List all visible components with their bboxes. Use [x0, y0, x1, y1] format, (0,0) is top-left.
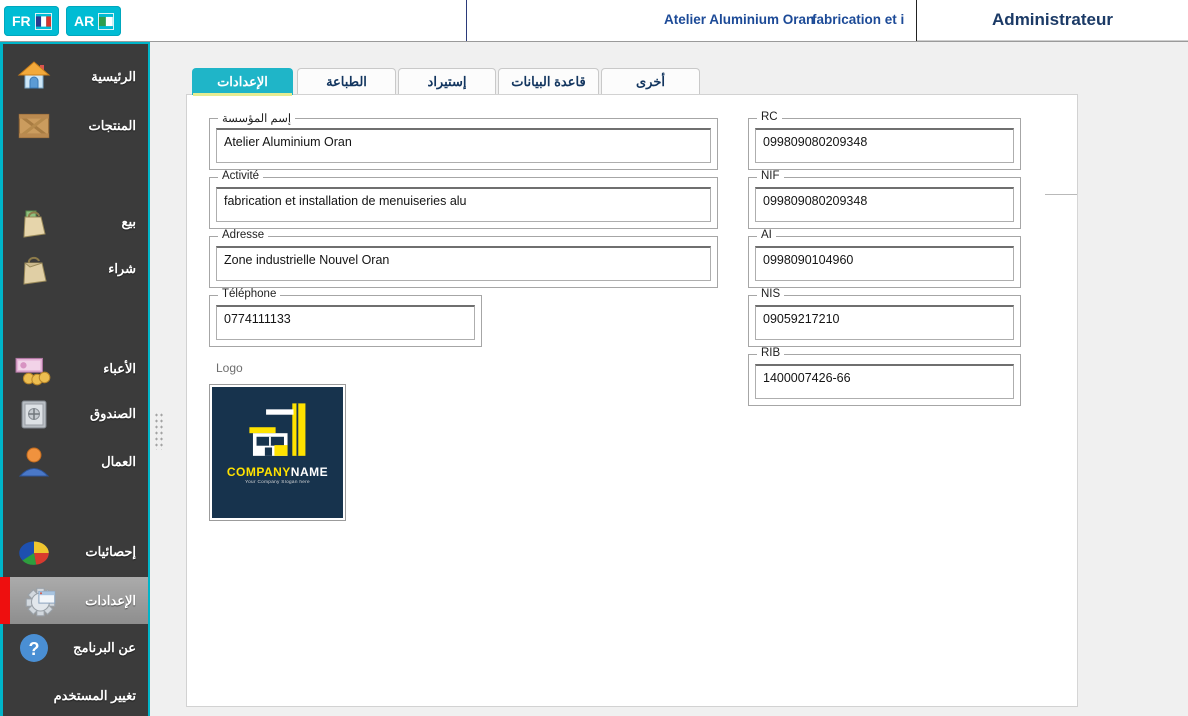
safe-icon — [15, 395, 53, 433]
sidebar-item-label: تغيير المستخدم — [54, 688, 136, 704]
tab-database[interactable]: قاعدة البيانات — [498, 68, 599, 94]
home-icon — [15, 58, 53, 96]
logo-label: Logo — [216, 361, 243, 375]
partial-groupbox-border-vertical — [1077, 194, 1078, 700]
header-company-activity: fabrication et i — [812, 12, 904, 27]
partial-groupbox-border — [1045, 194, 1078, 195]
header-divider — [466, 0, 467, 41]
question-icon: ? — [15, 629, 53, 667]
sidebar-item-label: عن البرنامج — [73, 640, 136, 656]
ai-label: AI — [757, 229, 776, 241]
phone-input[interactable]: 0774111133 — [216, 305, 475, 340]
activity-label: Activité — [218, 170, 263, 182]
rib-label: RIB — [757, 347, 784, 359]
rc-group: RC 099809080209348 — [748, 118, 1021, 170]
sidebar-item-label: الأعباء — [103, 361, 136, 377]
language-ar-button[interactable]: AR — [66, 6, 121, 36]
sidebar-item-label: بيع — [122, 214, 136, 230]
rc-input[interactable]: 099809080209348 — [755, 128, 1014, 163]
no-icon — [15, 677, 53, 715]
sidebar-item-cashbox[interactable]: الصندوق — [3, 390, 148, 438]
buy-bag-icon — [15, 250, 53, 288]
sidebar-item-label: إحصائيات — [85, 544, 136, 560]
selected-item-indicator — [0, 577, 10, 624]
header-company-name: Atelier Aluminium Oran — [664, 12, 814, 27]
money-icon — [15, 350, 53, 388]
sidebar: الرئيسية المنتجات بيع شراء الأعباء — [0, 42, 150, 716]
tab-other[interactable]: أخرى — [601, 68, 700, 94]
address-label: Adresse — [218, 229, 268, 241]
activity-group: Activité fabrication et installation de … — [209, 177, 718, 229]
nif-input[interactable]: 099809080209348 — [755, 187, 1014, 222]
company-name-label: إسم المؤسسة — [218, 111, 295, 125]
sidebar-splitter-handle[interactable] — [154, 412, 165, 450]
sidebar-item-home[interactable]: الرئيسية — [3, 53, 148, 101]
logo-image[interactable]: COMPANYNAME Your Company Slogan here — [209, 384, 346, 521]
sidebar-item-label: المنتجات — [88, 118, 136, 134]
nis-input[interactable]: 09059217210 — [755, 305, 1014, 340]
sidebar-item-label: شراء — [108, 261, 136, 277]
tab-settings[interactable]: الإعدادات — [192, 68, 293, 95]
sidebar-item-label: العمال — [101, 454, 136, 470]
top-bar: FR AR Atelier Aluminium Oran fabrication… — [0, 0, 1188, 42]
sidebar-item-statistics[interactable]: إحصائيات — [3, 528, 148, 576]
tab-import[interactable]: إستيراد — [398, 68, 496, 94]
address-group: Adresse Zone industrielle Nouvel Oran — [209, 236, 718, 288]
sidebar-item-expenses[interactable]: الأعباء — [3, 345, 148, 393]
activity-input[interactable]: fabrication et installation de menuiseri… — [216, 187, 711, 222]
sidebar-item-change-user[interactable]: تغيير المستخدم — [3, 672, 148, 716]
person-icon — [15, 443, 53, 481]
pie-chart-icon — [15, 533, 53, 571]
sell-bag-icon — [15, 203, 53, 241]
sidebar-item-about[interactable]: ? عن البرنامج — [3, 624, 148, 672]
france-flag-icon — [36, 14, 51, 29]
logo-company-name: COMPANYNAME — [227, 465, 328, 479]
sidebar-item-settings[interactable]: الإعدادات — [10, 577, 148, 624]
current-user-label: Administrateur — [992, 10, 1113, 30]
sidebar-item-label: الإعدادات — [85, 593, 136, 609]
ai-input[interactable]: 0998090104960 — [755, 246, 1014, 281]
company-name-input[interactable]: Atelier Aluminium Oran — [216, 128, 711, 163]
language-ar-label: AR — [74, 13, 94, 29]
nif-label: NIF — [757, 170, 784, 182]
svg-text:?: ? — [29, 639, 40, 659]
sidebar-item-workers[interactable]: العمال — [3, 438, 148, 486]
sidebar-item-label: الرئيسية — [91, 69, 136, 85]
rib-group: RIB 1400007426-66 — [748, 354, 1021, 406]
crate-icon — [15, 107, 53, 145]
company-name-group: إسم المؤسسة Atelier Aluminium Oran — [209, 118, 718, 170]
nis-group: NIS 09059217210 — [748, 295, 1021, 347]
sidebar-item-sell[interactable]: بيع — [3, 198, 148, 246]
phone-label: Téléphone — [218, 288, 280, 300]
nif-group: NIF 099809080209348 — [748, 177, 1021, 229]
algeria-flag-icon — [99, 14, 113, 29]
building-logo-icon — [242, 401, 314, 463]
gear-icon — [22, 582, 60, 620]
app-window: FR AR Atelier Aluminium Oran fabrication… — [0, 0, 1188, 716]
settings-tab-page: إسم المؤسسة Atelier Aluminium Oran Activ… — [186, 94, 1078, 707]
sidebar-item-label: الصندوق — [90, 406, 136, 422]
ai-group: AI 0998090104960 — [748, 236, 1021, 288]
tab-printing[interactable]: الطباعة — [297, 68, 396, 94]
language-fr-label: FR — [12, 13, 31, 29]
rc-label: RC — [757, 111, 782, 123]
language-fr-button[interactable]: FR — [4, 6, 59, 36]
rib-input[interactable]: 1400007426-66 — [755, 364, 1014, 399]
phone-group: Téléphone 0774111133 — [209, 295, 482, 347]
address-input[interactable]: Zone industrielle Nouvel Oran — [216, 246, 711, 281]
sidebar-item-buy[interactable]: شراء — [3, 245, 148, 293]
nis-label: NIS — [757, 288, 784, 300]
current-user-box: Administrateur — [917, 0, 1188, 41]
logo-canvas: COMPANYNAME Your Company Slogan here — [212, 387, 343, 518]
sidebar-item-products[interactable]: المنتجات — [3, 102, 148, 150]
logo-slogan: Your Company Slogan here — [245, 480, 310, 485]
